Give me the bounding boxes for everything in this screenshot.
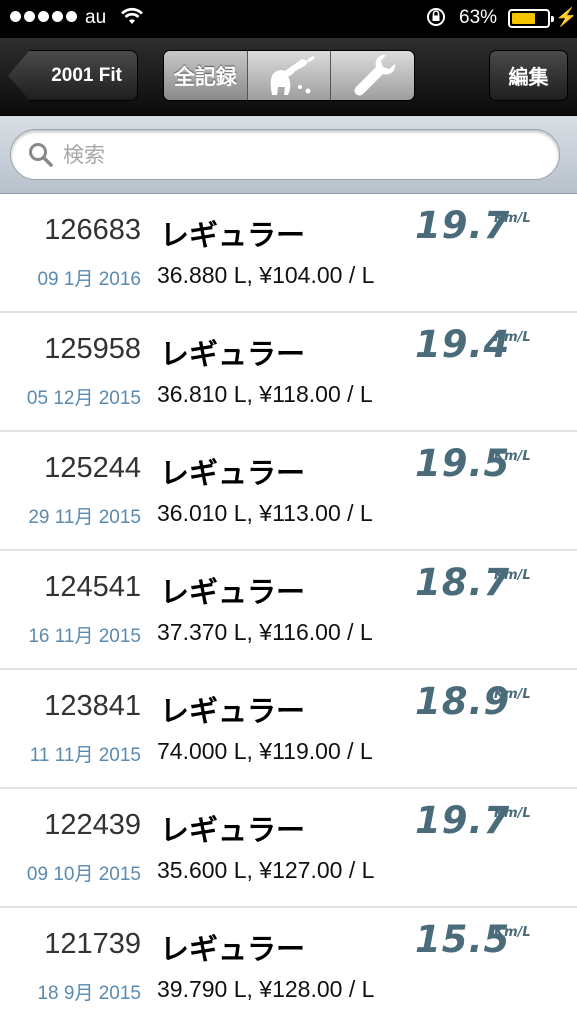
fill-detail: 36.810 L, ¥118.00 / L [157,381,373,407]
odometer-reading: 124541 [44,571,141,603]
fuel-grade: レギュラー [160,337,306,371]
odometer-reading: 121739 [44,928,141,960]
odometer-reading: 122439 [44,809,141,841]
fill-detail: 36.880 L, ¥104.00 / L [157,262,375,288]
record-date: 29 11月 2015 [28,507,141,528]
view-segmented-control: 全記録 [163,50,415,101]
list-item[interactable]: 126683 09 1月 2016 レギュラー 36.880 L, ¥104.0… [0,194,577,313]
record-date: 09 1月 2016 [37,269,141,290]
odometer-reading: 123841 [44,690,141,722]
list-item[interactable]: 125244 29 11月 2015 レギュラー 36.010 L, ¥113.… [0,432,577,551]
fill-detail: 36.010 L, ¥113.00 / L [157,500,373,526]
battery-icon [508,9,554,28]
efficiency-unit: Km/L [494,925,531,940]
odometer-reading: 125244 [44,452,141,484]
record-date: 11 11月 2015 [29,745,141,766]
search-field[interactable] [10,129,560,180]
carrier-label: au [85,7,107,28]
fuel-record-list: 126683 09 1月 2016 レギュラー 36.880 L, ¥104.0… [0,194,577,1024]
efficiency-unit: Km/L [494,687,531,702]
search-input[interactable] [63,142,503,167]
search-bar [0,116,577,194]
wrench-icon [348,51,398,100]
edit-button-label: 編集 [508,65,549,89]
fill-detail: 74.000 L, ¥119.00 / L [157,738,373,764]
efficiency-unit: Km/L [494,330,531,345]
back-button-label: 2001 Fit [51,64,122,86]
status-bar: au 63% ⚡ [0,0,577,38]
signal-dots-icon [10,11,77,22]
list-item[interactable]: 122439 09 10月 2015 レギュラー 35.600 L, ¥127.… [0,789,577,908]
fill-detail: 39.790 L, ¥128.00 / L [157,976,375,1002]
fill-detail: 35.600 L, ¥127.00 / L [157,857,375,883]
odometer-reading: 126683 [44,214,141,246]
segment-all-records[interactable]: 全記録 [164,51,248,100]
fuel-grade: レギュラー [160,932,306,966]
efficiency-unit: Km/L [494,449,531,464]
record-date: 16 11月 2015 [28,626,141,647]
list-item[interactable]: 121739 18 9月 2015 レギュラー 39.790 L, ¥128.0… [0,908,577,1024]
battery-percent: 63% [459,7,498,28]
rotation-lock-icon [425,6,447,33]
back-button[interactable]: 2001 Fit [8,50,138,101]
efficiency-unit: Km/L [494,568,531,583]
list-item[interactable]: 123841 11 11月 2015 レギュラー 74.000 L, ¥119.… [0,670,577,789]
navigation-bar: 2001 Fit 全記録 編集 [0,38,577,116]
list-item[interactable]: 125958 05 12月 2015 レギュラー 36.810 L, ¥118.… [0,313,577,432]
segment-all-records-label: 全記録 [173,64,237,89]
fuel-grade: レギュラー [160,218,306,252]
wifi-icon [120,6,144,32]
odometer-reading: 125958 [44,333,141,365]
charging-bolt-icon: ⚡ [555,7,577,27]
efficiency-unit: Km/L [494,211,531,226]
fill-detail: 37.370 L, ¥116.00 / L [157,619,373,645]
record-date: 09 10月 2015 [26,864,141,885]
fuel-grade: レギュラー [160,813,306,847]
efficiency-unit: Km/L [494,806,531,821]
list-item[interactable]: 124541 16 11月 2015 レギュラー 37.370 L, ¥116.… [0,551,577,670]
fuel-grade: レギュラー [160,694,306,728]
fuel-grade: レギュラー [160,575,306,609]
fuel-grade: レギュラー [160,456,306,490]
segment-fuel[interactable] [248,51,332,100]
segment-maintenance[interactable] [331,51,414,100]
fuel-pump-icon [258,51,320,100]
edit-button[interactable]: 編集 [489,50,568,101]
search-icon [27,141,55,169]
record-date: 05 12月 2015 [26,388,141,409]
record-date: 18 9月 2015 [37,983,141,1004]
